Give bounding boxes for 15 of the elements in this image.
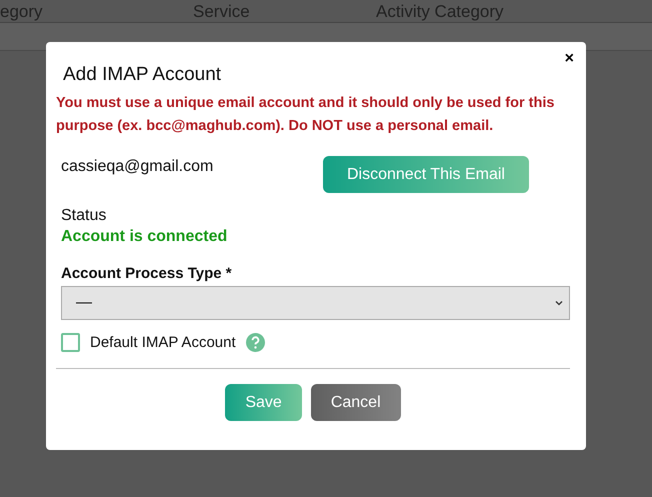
- disconnect-button[interactable]: Disconnect This Email: [323, 156, 529, 193]
- status-text: Account is connected: [61, 228, 228, 246]
- close-button[interactable]: ×: [564, 50, 574, 68]
- email-address: cassieqa@gmail.com: [61, 158, 214, 176]
- warning-text: You must use a unique email account and it should only be used for this purpose (ex. bcc@maghub.com). Do NOT use a personal email.: [56, 94, 556, 136]
- dialog-title: Add IMAP Account: [63, 64, 222, 86]
- process-type-select[interactable]: —: [61, 286, 570, 320]
- help-icon[interactable]: [246, 333, 265, 352]
- status-label: Status: [61, 207, 108, 225]
- field-label: Account Process Type *: [61, 265, 233, 282]
- save-button[interactable]: Save: [225, 384, 302, 421]
- cancel-button[interactable]: Cancel: [310, 384, 401, 421]
- chevron-icon: [555, 300, 563, 306]
- default-checkbox[interactable]: [61, 333, 80, 352]
- checkbox-label: Default IMAP Account: [90, 334, 236, 351]
